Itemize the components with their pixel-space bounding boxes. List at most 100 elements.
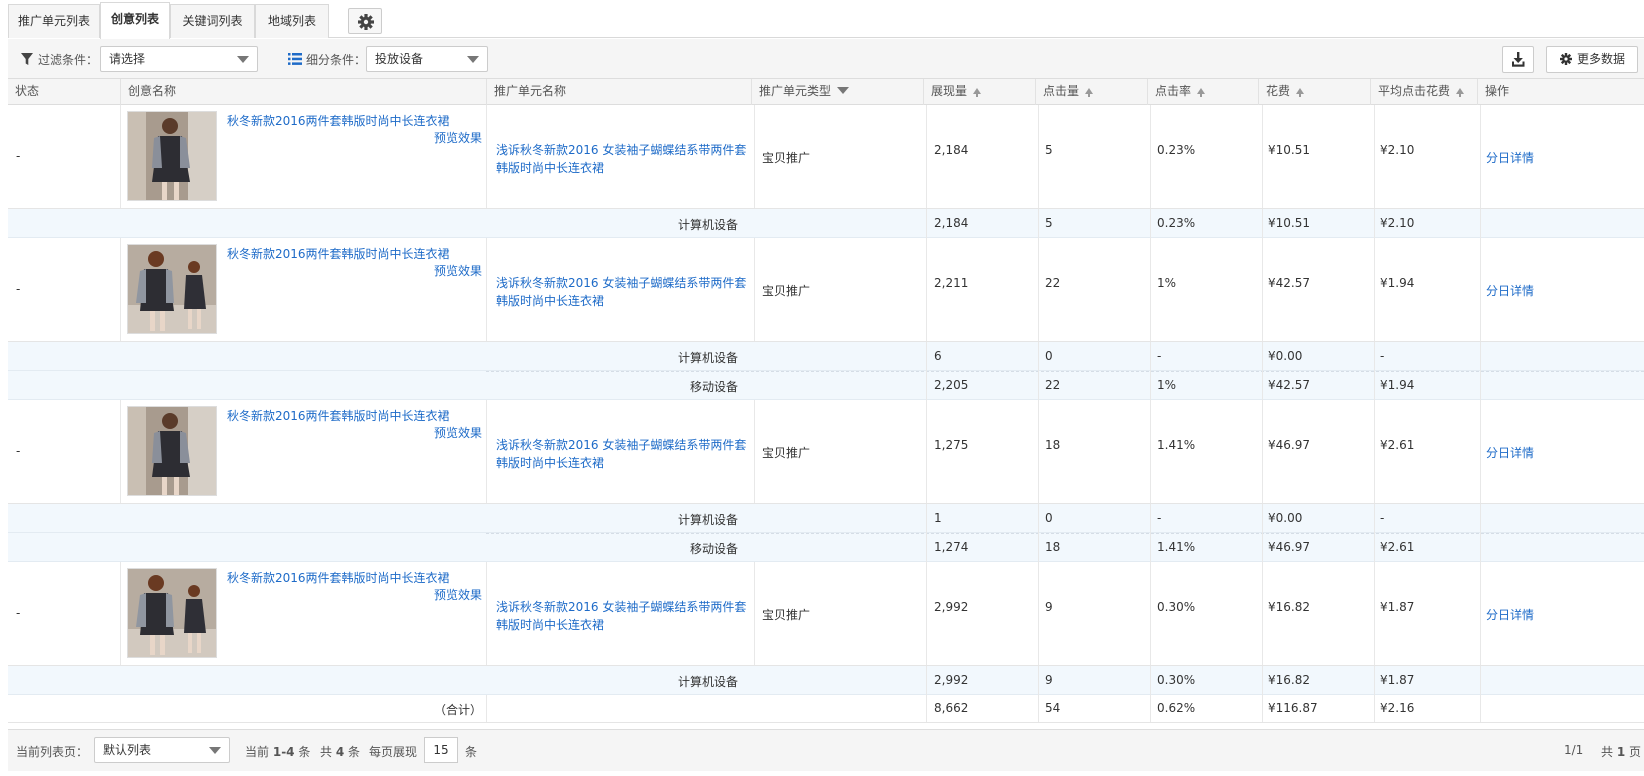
column-divider [1150,238,1151,341]
col-ctr[interactable]: 点击率 [1147,79,1258,105]
pages-suffix: 页 [1629,745,1642,759]
clicks-value: 18 [1045,540,1061,554]
gear-icon [1559,53,1572,65]
status-value: - [16,606,21,620]
gear-icon [358,14,374,30]
impressions-value: 1,274 [934,540,969,554]
col-unit-type-label: 推广单元类型 [759,84,832,98]
column-divider [1262,342,1263,400]
col-impressions[interactable]: 展现量 [923,79,1035,105]
settings-button[interactable] [348,8,382,34]
cost-value: ¥42.57 [1268,276,1310,290]
table-footer: 当前列表页： 默认列表 当前 1-4 条 共 4 条 每页展现 15 条 1/1… [8,729,1644,771]
daily-detail-link[interactable]: 分日详情 [1486,282,1534,299]
product-photo-icon [128,569,216,657]
preview-link[interactable]: 预览效果 [400,262,482,279]
unit-type-value: 宝贝推广 [762,284,811,298]
preview-link[interactable]: 预览效果 [400,129,482,146]
preview-link[interactable]: 预览效果 [400,424,482,441]
impressions-value: 2,992 [934,600,969,614]
creative-title-link[interactable]: 秋冬新款2016两件套韩版时尚中长连衣裙 [227,569,450,586]
col-cpc[interactable]: 平均点击花费 [1370,79,1477,105]
tab-creative-list[interactable]: 创意列表 [100,2,170,39]
sort-arrow-icon [1296,88,1305,97]
creative-title-link[interactable]: 秋冬新款2016两件套韩版时尚中长连衣裙 [227,112,450,129]
unit-name-link[interactable]: 浅诉秋冬新款2016 女装袖子蝴蝶结系带两件套 [496,436,746,453]
column-divider [926,209,927,238]
col-impressions-label: 展现量 [931,84,968,98]
download-button[interactable] [1502,46,1534,73]
segment-select[interactable]: 投放设备 [366,46,488,72]
unit-name-link[interactable]: 浅诉秋冬新款2016 女装袖子蝴蝶结系带两件套 [496,274,746,291]
column-divider [1480,666,1481,695]
product-thumbnail[interactable] [127,111,217,201]
column-divider [754,400,755,503]
column-divider [1480,209,1481,238]
list-page-select[interactable]: 默认列表 [94,737,230,763]
column-divider [926,105,927,208]
column-divider [1480,400,1481,503]
column-divider [1374,695,1375,722]
daily-detail-link[interactable]: 分日详情 [1486,606,1534,623]
cpc-value: ¥1.87 [1380,600,1415,614]
unit-name-link-line2[interactable]: 韩版时尚中长连衣裙 [496,454,604,471]
chevron-down-icon [209,747,221,754]
tab-keyword-list[interactable]: 关键词列表 [170,4,255,38]
unit-name-link-line2[interactable]: 韩版时尚中长连衣裙 [496,292,604,309]
daily-detail-link[interactable]: 分日详情 [1486,149,1534,166]
preview-link[interactable]: 预览效果 [400,586,482,603]
tab-region-list[interactable]: 地域列表 [255,4,329,38]
page-size-input[interactable]: 15 [424,737,458,763]
clicks-value: 0 [1045,349,1053,363]
column-divider [754,238,755,341]
cpc-value: ¥2.61 [1380,540,1415,554]
ctr-value: - [1157,349,1162,363]
segment-label: 细分条件： [306,53,367,67]
status-value: - [16,282,21,296]
status-value: - [16,149,21,163]
ctr-value: - [1157,511,1162,525]
column-divider [120,400,121,503]
unit-name-link[interactable]: 浅诉秋冬新款2016 女装袖子蝴蝶结系带两件套 [496,598,746,615]
pages-prefix: 共 [1601,745,1614,759]
product-thumbnail[interactable] [127,406,217,496]
filter-select[interactable]: 请选择 [100,46,258,72]
product-thumbnail[interactable] [127,244,217,334]
current-range-value: 1-4 [272,745,295,759]
unit-name-link[interactable]: 浅诉秋冬新款2016 女装袖子蝴蝶结系带两件套 [496,141,746,158]
column-divider [1262,504,1263,562]
column-divider [120,562,121,665]
column-divider [1038,695,1039,722]
col-clicks[interactable]: 点击量 [1035,79,1147,105]
clicks-value: 22 [1045,276,1061,290]
unit-name-link-line2[interactable]: 韩版时尚中长连衣裙 [496,616,604,633]
ctr-value: 0.30% [1157,600,1196,614]
product-thumbnail[interactable] [127,568,217,658]
col-cost[interactable]: 花费 [1258,79,1370,105]
tab-bar: 推广单元列表 创意列表 关键词列表 地域列表 [8,0,1644,39]
daily-detail-link[interactable]: 分日详情 [1486,444,1534,461]
clicks-value: 54 [1045,701,1061,715]
status-value: - [16,444,21,458]
impressions-value: 1,275 [934,438,969,452]
cpc-value: - [1380,511,1385,525]
column-divider [926,504,927,562]
creative-title-link[interactable]: 秋冬新款2016两件套韩版时尚中长连衣裙 [227,245,450,262]
more-data-button[interactable]: 更多数据 [1546,46,1638,73]
column-divider [926,562,927,665]
sort-arrow-icon [1085,88,1094,97]
tab-unit-list[interactable]: 推广单元列表 [8,4,100,38]
chevron-down-icon [237,56,249,63]
chevron-down-icon [467,56,479,63]
clicks-value: 22 [1045,378,1061,392]
ctr-value: 1.41% [1157,540,1196,554]
col-unit-name: 推广单元名称 [486,79,751,105]
unit-name-link-line2[interactable]: 韩版时尚中长连衣裙 [496,159,604,176]
unit-type-value: 宝贝推广 [762,151,811,165]
col-unit-type[interactable]: 推广单元类型 [751,79,923,105]
column-divider [1038,238,1039,341]
column-divider [1262,666,1263,695]
column-divider [1262,400,1263,503]
creative-title-link[interactable]: 秋冬新款2016两件套韩版时尚中长连衣裙 [227,407,450,424]
col-status: 状态 [15,84,40,98]
